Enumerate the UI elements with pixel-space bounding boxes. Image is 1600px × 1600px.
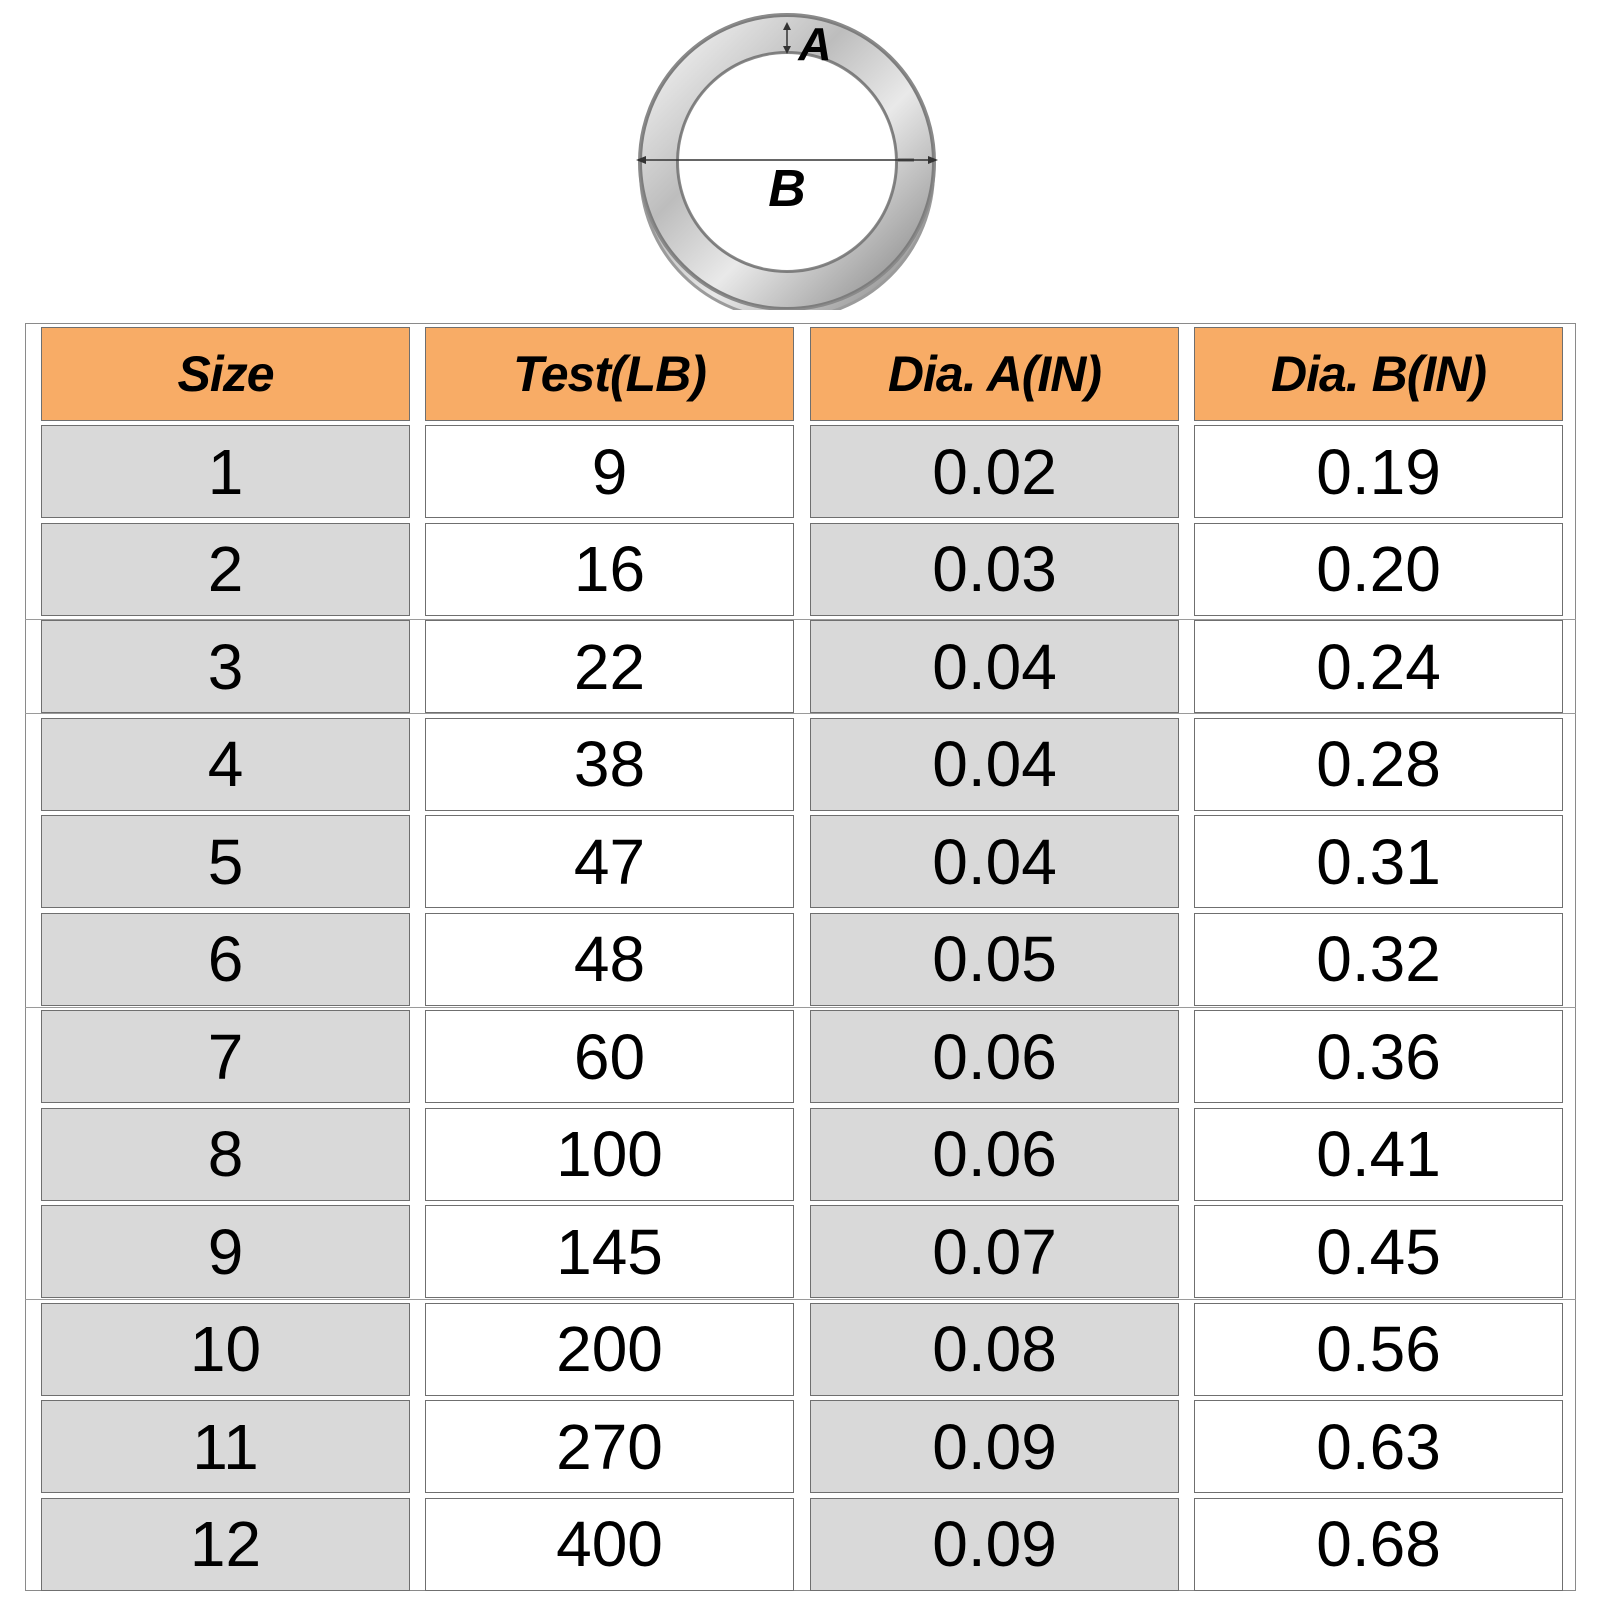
cell-size: 3 xyxy=(41,620,410,713)
cell-test-lb: 145 xyxy=(425,1205,794,1298)
cell-dia-a: 0.04 xyxy=(810,620,1179,713)
cell-dia-b: 0.41 xyxy=(1194,1107,1563,1201)
cell-dia-a: 0.05 xyxy=(810,912,1179,1006)
cell-dia-b: 0.20 xyxy=(1194,522,1563,616)
cell-size: 8 xyxy=(41,1107,410,1201)
cell-size: 6 xyxy=(41,912,410,1006)
cell-test-lb: 22 xyxy=(425,620,794,713)
header-dia-a: Dia. A(IN) xyxy=(810,327,1179,421)
cell-test-lb: 9 xyxy=(425,425,794,518)
cell-dia-a: 0.08 xyxy=(810,1302,1179,1396)
cell-dia-a: 0.04 xyxy=(810,815,1179,908)
cell-dia-b: 0.32 xyxy=(1194,912,1563,1006)
split-ring-illustration: A B xyxy=(636,13,938,310)
dimension-b-label: B xyxy=(768,160,806,218)
cell-size: 7 xyxy=(41,1010,410,1103)
cell-size: 2 xyxy=(41,522,410,616)
cell-test-lb: 270 xyxy=(425,1400,794,1493)
cell-size: 9 xyxy=(41,1205,410,1298)
cell-test-lb: 38 xyxy=(425,717,794,811)
cell-dia-a: 0.02 xyxy=(810,425,1179,518)
cell-dia-b: 0.45 xyxy=(1194,1205,1563,1298)
row-divider xyxy=(25,1007,1576,1008)
cell-dia-a: 0.06 xyxy=(810,1107,1179,1201)
cell-test-lb: 60 xyxy=(425,1010,794,1103)
header-dia-b: Dia. B(IN) xyxy=(1194,327,1563,421)
cell-dia-a: 0.07 xyxy=(810,1205,1179,1298)
cell-test-lb: 400 xyxy=(425,1497,794,1591)
cell-size: 1 xyxy=(41,425,410,518)
header-test-lb: Test(LB) xyxy=(425,327,794,421)
cell-size: 11 xyxy=(41,1400,410,1493)
cell-test-lb: 100 xyxy=(425,1107,794,1201)
cell-dia-b: 0.63 xyxy=(1194,1400,1563,1493)
row-divider xyxy=(25,1299,1576,1300)
cell-dia-b: 0.24 xyxy=(1194,620,1563,713)
cell-dia-a: 0.09 xyxy=(810,1400,1179,1493)
cell-dia-a: 0.03 xyxy=(810,522,1179,616)
cell-dia-b: 0.19 xyxy=(1194,425,1563,518)
cell-test-lb: 16 xyxy=(425,522,794,616)
cell-test-lb: 48 xyxy=(425,912,794,1006)
cell-test-lb: 47 xyxy=(425,815,794,908)
cell-size: 12 xyxy=(41,1497,410,1591)
cell-dia-a: 0.06 xyxy=(810,1010,1179,1103)
cell-size: 10 xyxy=(41,1302,410,1396)
cell-dia-b: 0.28 xyxy=(1194,717,1563,811)
cell-dia-a: 0.04 xyxy=(810,717,1179,811)
cell-dia-a: 0.09 xyxy=(810,1497,1179,1591)
cell-dia-b: 0.36 xyxy=(1194,1010,1563,1103)
cell-dia-b: 0.31 xyxy=(1194,815,1563,908)
row-divider xyxy=(25,713,1576,714)
cell-dia-b: 0.68 xyxy=(1194,1497,1563,1591)
cell-test-lb: 200 xyxy=(425,1302,794,1396)
cell-size: 5 xyxy=(41,815,410,908)
dimension-a-label: A xyxy=(797,18,831,70)
header-size: Size xyxy=(41,327,410,421)
cell-size: 4 xyxy=(41,717,410,811)
cell-dia-b: 0.56 xyxy=(1194,1302,1563,1396)
